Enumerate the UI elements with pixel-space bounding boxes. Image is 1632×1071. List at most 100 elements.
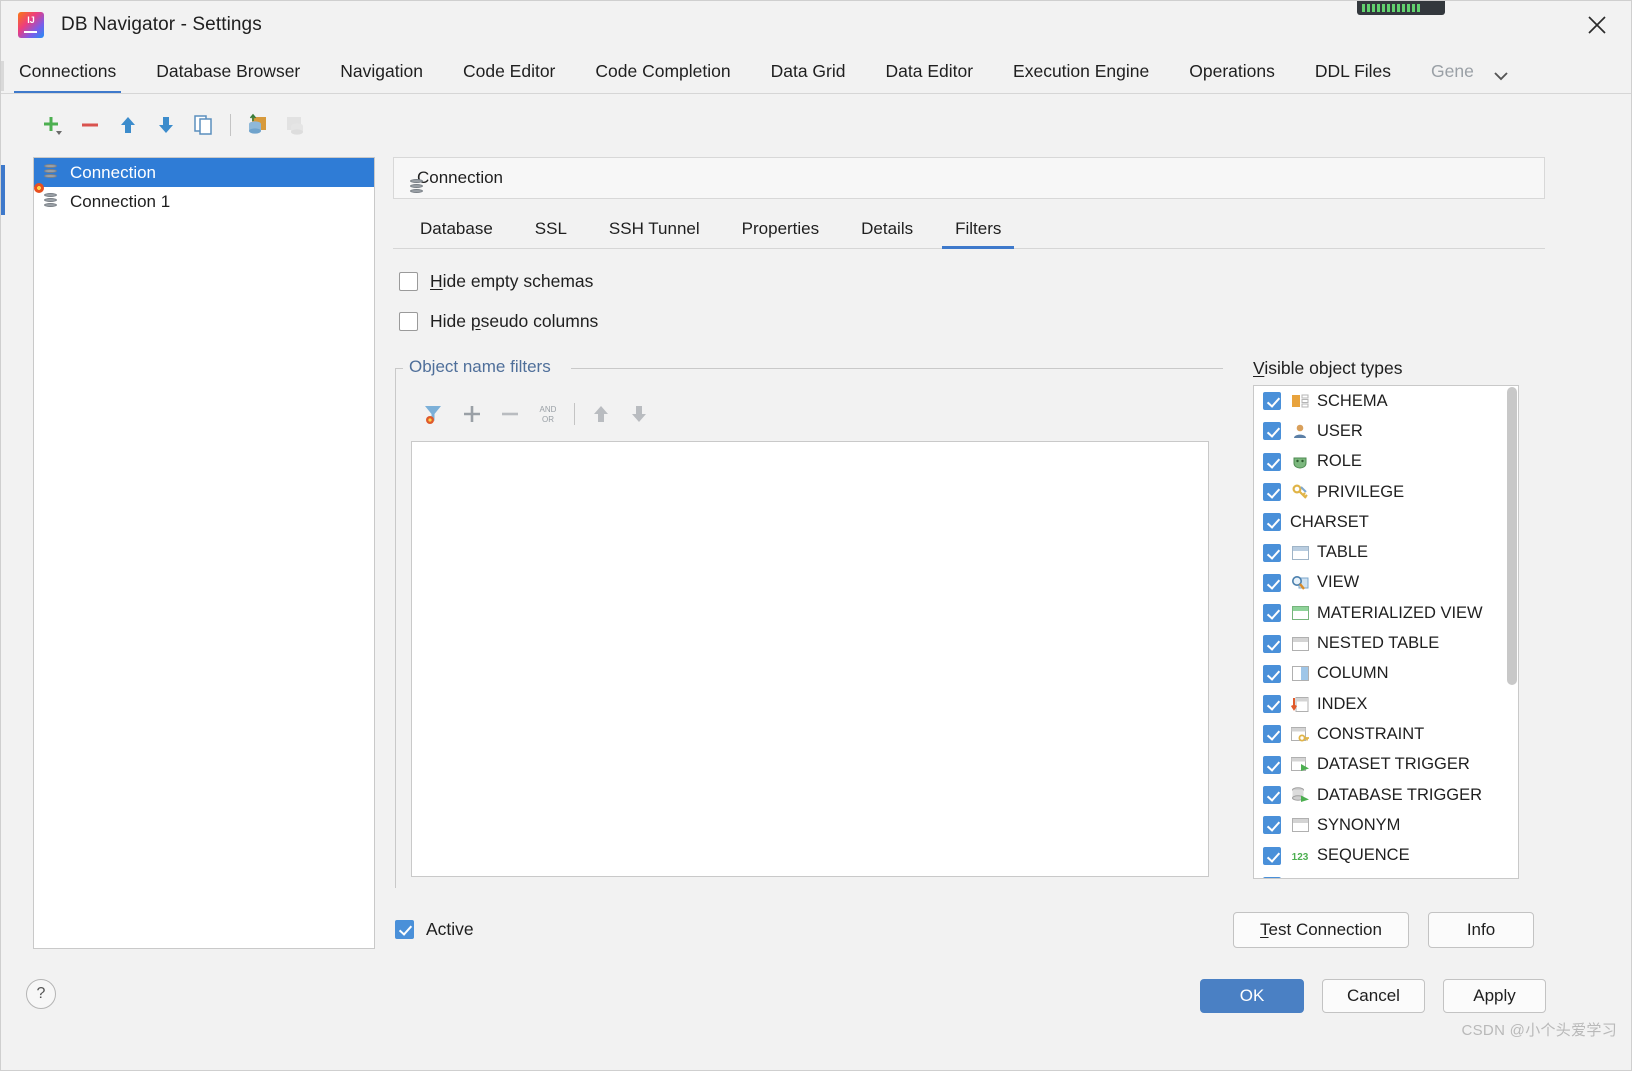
object-type-row[interactable]: INDEX xyxy=(1254,689,1518,719)
tab-execution-engine[interactable]: Execution Engine xyxy=(1013,61,1149,93)
object-name-filters-label: Object name filters xyxy=(403,357,557,377)
object-type-row[interactable]: 123 SEQUENCE xyxy=(1254,840,1518,870)
test-connection-button[interactable]: Test Connection xyxy=(1233,912,1409,948)
tab-code-completion[interactable]: Code Completion xyxy=(595,61,730,93)
object-type-row[interactable]: DATASET TRIGGER xyxy=(1254,750,1518,780)
object-type-label: MATERIALIZED VIEW xyxy=(1317,603,1483,622)
filter-remove-button xyxy=(491,395,529,433)
connection-subtab-bar: Database SSL SSH Tunnel Properties Detai… xyxy=(393,211,1545,249)
connections-list[interactable]: Connection Connection 1 xyxy=(33,157,375,949)
tab-ddl-files[interactable]: DDL Files xyxy=(1315,61,1391,93)
tab-ssh-tunnel[interactable]: SSH Tunnel xyxy=(596,219,713,248)
chevron-down-icon[interactable] xyxy=(1488,67,1514,85)
filter-editor-area[interactable] xyxy=(411,441,1209,877)
tab-data-editor[interactable]: Data Editor xyxy=(886,61,974,93)
duplicate-connection-button[interactable] xyxy=(185,105,223,145)
connection-detail-title: Connection xyxy=(417,168,504,187)
role-icon xyxy=(1290,453,1310,471)
object-type-row[interactable]: TABLE xyxy=(1254,537,1518,567)
tab-navigation[interactable]: Navigation xyxy=(340,61,423,93)
tab-properties[interactable]: Properties xyxy=(729,219,832,248)
apply-button[interactable]: Apply xyxy=(1443,979,1546,1013)
tab-data-grid[interactable]: Data Grid xyxy=(771,61,846,93)
add-connection-button[interactable] xyxy=(33,105,71,145)
object-type-row[interactable]: DATABASE TRIGGER xyxy=(1254,780,1518,810)
checkbox-box xyxy=(395,920,414,939)
move-down-button[interactable] xyxy=(147,105,185,145)
intellij-idea-logo-icon xyxy=(18,12,44,38)
tab-operations[interactable]: Operations xyxy=(1189,61,1275,93)
filter-add-button[interactable] xyxy=(453,395,491,433)
object-type-row[interactable]: PRIVILEGE xyxy=(1254,477,1518,507)
object-type-label: NESTED TABLE xyxy=(1317,634,1440,653)
hide-pseudo-columns-label: Hide pseudo columns xyxy=(430,311,599,331)
tab-database[interactable]: Database xyxy=(407,219,506,248)
settings-dialog: DB Navigator - Settings Connections Data… xyxy=(0,0,1632,1071)
object-type-label: PRIVILEGE xyxy=(1317,482,1405,501)
object-type-row[interactable]: CONSTRAINT xyxy=(1254,719,1518,749)
visible-object-types-label: Visible object types xyxy=(1253,358,1403,378)
object-type-label: SCHEMA xyxy=(1317,391,1388,410)
checkbox-box xyxy=(1263,422,1281,441)
checkbox-box xyxy=(1263,513,1281,532)
checkbox-box xyxy=(1263,876,1281,878)
active-checkbox[interactable]: Active xyxy=(395,919,474,940)
vertical-scrollbar[interactable] xyxy=(1507,387,1517,685)
close-icon[interactable] xyxy=(1577,7,1617,43)
schema-icon xyxy=(1290,392,1310,410)
checkbox-box xyxy=(1263,846,1281,865)
ok-button[interactable]: OK xyxy=(1200,979,1304,1013)
object-type-label: INDEX xyxy=(1317,694,1368,713)
object-type-label: DATABASE TRIGGER xyxy=(1317,785,1483,804)
tab-database-browser[interactable]: Database Browser xyxy=(156,61,300,93)
object-type-row[interactable]: SYNONYM xyxy=(1254,810,1518,840)
object-type-row[interactable]: SCHEMA xyxy=(1254,386,1518,416)
object-type-row-partial[interactable] xyxy=(1254,871,1518,878)
object-type-label: USER xyxy=(1317,421,1363,440)
import-connection-button[interactable] xyxy=(238,105,276,145)
activity-indicator xyxy=(1357,1,1445,15)
object-type-row[interactable]: MATERIALIZED VIEW xyxy=(1254,598,1518,628)
hide-empty-schemas-checkbox[interactable]: Hide empty schemas xyxy=(399,271,593,292)
tab-filters[interactable]: Filters xyxy=(942,219,1015,249)
connection-label: Connection 1 xyxy=(70,191,171,211)
watermark: CSDN @小个头爱学习 xyxy=(1461,1022,1617,1039)
object-type-row[interactable]: ROLE xyxy=(1254,447,1518,477)
group-border-vertical-left xyxy=(395,368,396,888)
tab-general[interactable]: Gene xyxy=(1431,61,1474,93)
object-type-row[interactable]: COLUMN xyxy=(1254,659,1518,689)
checkbox-box xyxy=(1263,543,1281,562)
checkbox-box xyxy=(1263,483,1281,502)
info-button[interactable]: Info xyxy=(1428,912,1534,948)
connection-label: Connection xyxy=(70,162,157,182)
object-type-label: TABLE xyxy=(1317,543,1369,562)
window-edge-marker xyxy=(1,165,5,215)
tab-connections[interactable]: Connections xyxy=(13,61,122,93)
tab-details[interactable]: Details xyxy=(848,219,926,248)
tab-code-editor[interactable]: Code Editor xyxy=(463,61,555,93)
move-up-button[interactable] xyxy=(109,105,147,145)
export-connection-button xyxy=(276,105,314,145)
object-type-row[interactable]: CHARSET xyxy=(1254,507,1518,537)
svg-text:AND: AND xyxy=(540,405,557,414)
hide-empty-schemas-label: Hide empty schemas xyxy=(430,271,594,291)
object-type-row[interactable]: VIEW xyxy=(1254,568,1518,598)
object-type-row[interactable]: NESTED TABLE xyxy=(1254,628,1518,658)
visible-object-types-list[interactable]: SCHEMA USER ROLE PRIVILEGE CHARSET TABLE… xyxy=(1253,385,1519,879)
question-mark-icon[interactable]: ? xyxy=(26,979,56,1009)
connection-list-item[interactable]: Connection 1 xyxy=(34,182,374,216)
connection-list-item[interactable]: Connection xyxy=(34,158,374,187)
database-trigger-icon xyxy=(1290,786,1310,804)
object-type-label: CHARSET xyxy=(1290,512,1369,531)
remove-connection-button[interactable] xyxy=(71,105,109,145)
object-type-row[interactable]: USER xyxy=(1254,416,1518,446)
cancel-button[interactable]: Cancel xyxy=(1322,979,1425,1013)
connections-toolbar xyxy=(33,105,314,145)
tab-ssl[interactable]: SSL xyxy=(522,219,580,248)
hide-pseudo-columns-checkbox[interactable]: Hide pseudo columns xyxy=(399,311,598,332)
nested-table-icon xyxy=(1290,635,1310,653)
view-icon xyxy=(1290,574,1310,592)
object-type-label: VIEW xyxy=(1317,573,1360,592)
index-icon xyxy=(1290,695,1310,713)
filter-icon[interactable] xyxy=(415,395,453,433)
